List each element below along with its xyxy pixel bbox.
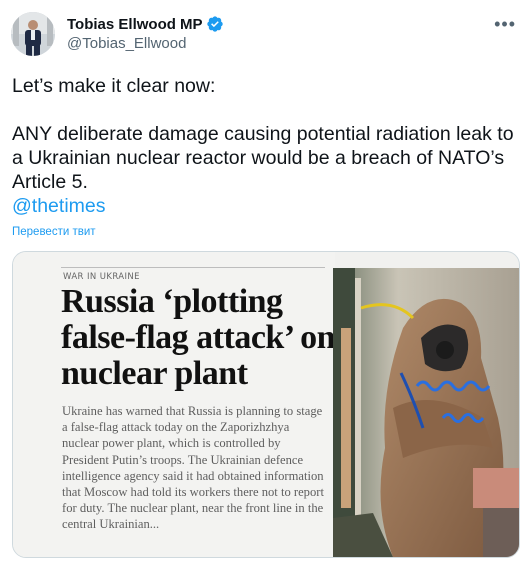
tweet-mention-row: @thetimes xyxy=(12,194,522,218)
article-excerpt: WAR IN UKRAINE Russia ‘plotting false-fl… xyxy=(13,252,336,557)
article-kicker: WAR IN UKRAINE xyxy=(63,272,140,282)
tweet-header: Tobias Ellwood MP @Tobias_Ellwood xyxy=(11,12,224,56)
name-row: Tobias Ellwood MP xyxy=(67,15,224,33)
hazmat-worker-photo xyxy=(333,268,519,557)
article-photo xyxy=(333,268,519,557)
tweet-text: Let’s make it clear now: ANY deliberate … xyxy=(12,74,522,218)
avatar-image xyxy=(11,12,55,56)
author-handle[interactable]: @Tobias_Ellwood xyxy=(67,35,224,52)
mention-link[interactable]: @thetimes xyxy=(12,195,106,217)
tweet-line-2: ANY deliberate damage causing potential … xyxy=(12,123,514,193)
tweet-line-1: Let’s make it clear now: xyxy=(12,75,216,97)
article-card[interactable]: WAR IN UKRAINE Russia ‘plotting false-fl… xyxy=(12,251,520,558)
author-name[interactable]: Tobias Ellwood MP xyxy=(67,16,203,33)
article-headline: Russia ‘plotting false-flag attack’ on n… xyxy=(61,283,336,392)
verified-badge-icon xyxy=(206,15,224,33)
article-body: Ukraine has warned that Russia is planni… xyxy=(62,404,324,532)
kicker-divider xyxy=(61,267,325,268)
avatar[interactable] xyxy=(11,12,55,56)
author-names: Tobias Ellwood MP @Tobias_Ellwood xyxy=(67,15,224,52)
translate-tweet-link[interactable]: Перевести твит xyxy=(12,226,96,238)
more-options-icon[interactable]: ••• xyxy=(494,14,516,35)
